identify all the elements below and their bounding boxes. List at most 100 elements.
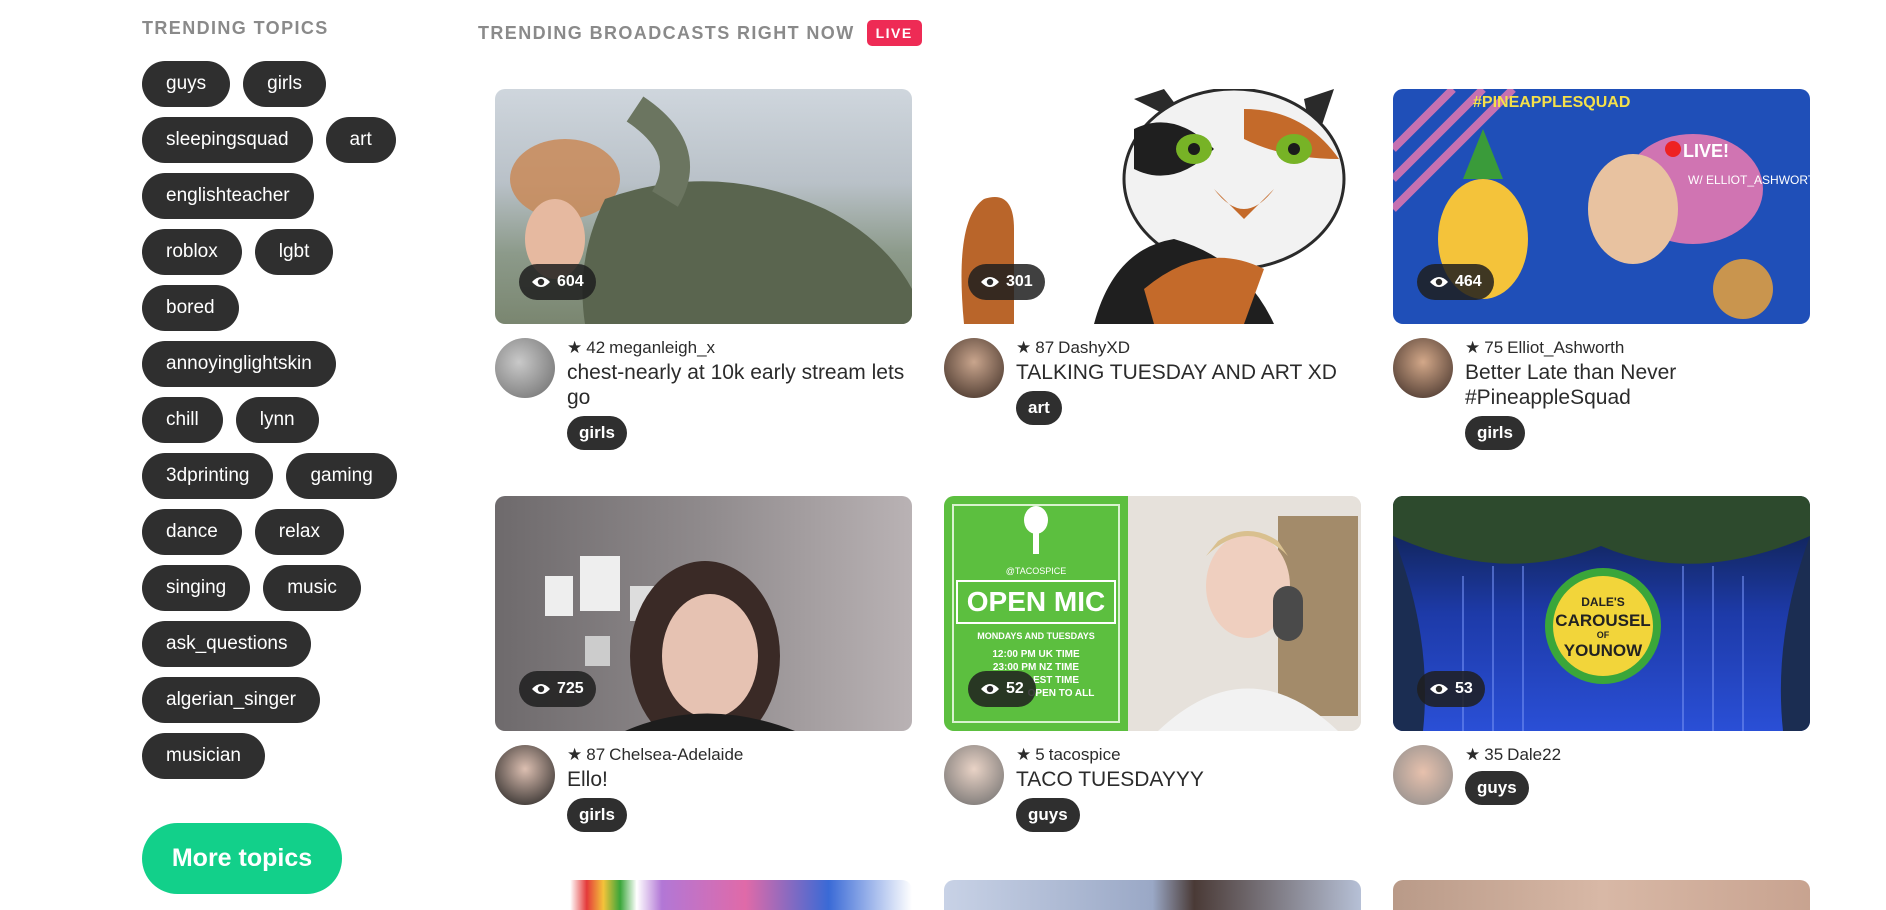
broadcaster-level: 35: [1484, 745, 1504, 764]
avatar[interactable]: [1393, 338, 1453, 398]
topic-chip[interactable]: roblox: [142, 229, 242, 275]
broadcast-thumbnail[interactable]: @TACOSPICE OPEN MIC MONDAYS AND TUESDAYS…: [944, 496, 1361, 731]
broadcast-thumbnail[interactable]: #PINEAPPLESQUAD LIVE! W/ ELLIOT_ASHWORTH…: [1393, 89, 1810, 324]
topic-chip[interactable]: sleepingsquad: [142, 117, 313, 163]
viewer-count-value: 53: [1455, 680, 1473, 697]
broadcast-card[interactable]: #PINEAPPLESQUAD LIVE! W/ ELLIOT_ASHWORTH…: [1393, 89, 1810, 458]
pineapple-with-text: W/ ELLIOT_ASHWORTH: [1688, 173, 1810, 187]
broadcast-thumbnail[interactable]: DALE'S CAROUSEL OF YOUNOW 53: [1393, 496, 1810, 731]
topic-chip[interactable]: relax: [254, 509, 344, 555]
broadcaster-level: 5: [1035, 745, 1045, 764]
broadcaster-level: 87: [1035, 338, 1055, 357]
broadcast-card[interactable]: 301 ★ 87 DashyXD TALKING TUESDAY AND ART…: [944, 89, 1361, 458]
topic-chip[interactable]: chill: [142, 397, 223, 443]
broadcaster-line[interactable]: ★ 87 DashyXD: [1016, 338, 1361, 358]
broadcast-card[interactable]: 604 ★ 42 meganleigh_x chest-nearly at 10…: [495, 89, 912, 458]
avatar[interactable]: [495, 745, 555, 805]
broadcaster-name: meganleigh_x: [609, 338, 716, 357]
eye-icon: [532, 277, 550, 287]
broadcaster-line[interactable]: ★ 75 Elliot_Ashworth: [1465, 338, 1810, 358]
viewer-count: 464: [1417, 264, 1494, 300]
star-icon: ★: [567, 745, 583, 764]
topic-chip[interactable]: art: [325, 117, 396, 163]
stream-tag[interactable]: girls: [567, 416, 627, 450]
broadcast-meta: ★ 87 Chelsea-Adelaide Ello! girls: [495, 745, 912, 865]
broadcaster-line[interactable]: ★ 87 Chelsea-Adelaide: [567, 745, 912, 765]
topic-chip[interactable]: bored: [142, 285, 239, 331]
carousel-name-text: CAROUSEL: [1555, 611, 1650, 630]
broadcast-info: ★ 42 meganleigh_x chest-nearly at 10k ea…: [567, 338, 912, 450]
avatar[interactable]: [944, 338, 1004, 398]
eye-icon: [532, 684, 550, 694]
broadcaster-name: DashyXD: [1058, 338, 1130, 357]
topic-chip[interactable]: singing: [142, 565, 251, 611]
broadcaster-line[interactable]: ★ 42 meganleigh_x: [567, 338, 912, 358]
broadcast-meta: ★ 42 meganleigh_x chest-nearly at 10k ea…: [495, 338, 912, 458]
topic-chip[interactable]: lynn: [235, 397, 319, 443]
broadcast-info: ★ 75 Elliot_Ashworth Better Late than Ne…: [1465, 338, 1810, 450]
viewer-count-value: 301: [1006, 273, 1033, 290]
broadcaster-name: tacospice: [1048, 745, 1121, 764]
broadcast-thumbnail[interactable]: 725: [495, 496, 912, 731]
stream-tag[interactable]: girls: [1465, 416, 1525, 450]
stream-tag[interactable]: girls: [567, 798, 627, 832]
viewer-count: 604: [519, 264, 596, 300]
stream-title[interactable]: chest-nearly at 10k early stream lets go: [567, 360, 912, 410]
broadcast-meta: ★ 87 DashyXD TALKING TUESDAY AND ART XD …: [944, 338, 1361, 458]
broadcast-card[interactable]: DALE'S CAROUSEL OF YOUNOW 53 ★ 35 Dale22…: [1393, 496, 1810, 865]
viewer-count: 52: [968, 671, 1036, 707]
topic-list: guys girls sleepingsquad art englishteac…: [142, 61, 442, 779]
avatar[interactable]: [944, 745, 1004, 805]
stream-title[interactable]: TALKING TUESDAY AND ART XD: [1016, 360, 1361, 385]
topic-chip[interactable]: gaming: [286, 453, 397, 499]
broadcast-thumbnail[interactable]: 301: [944, 89, 1361, 324]
stream-tag[interactable]: art: [1016, 391, 1062, 425]
topic-chip[interactable]: 3dprinting: [142, 453, 274, 499]
broadcast-card[interactable]: @TACOSPICE OPEN MIC MONDAYS AND TUESDAYS…: [944, 496, 1361, 865]
viewer-count-value: 464: [1455, 273, 1482, 290]
broadcasts-header: TRENDING BROADCASTS RIGHT NOW LIVE: [478, 20, 922, 46]
eye-icon: [981, 684, 999, 694]
avatar[interactable]: [1393, 745, 1453, 805]
broadcaster-line[interactable]: ★ 5 tacospice: [1016, 745, 1361, 765]
more-topics-button[interactable]: More topics: [142, 823, 342, 894]
star-icon: ★: [567, 338, 583, 357]
topic-chip[interactable]: ask_questions: [142, 621, 312, 667]
broadcast-info: ★ 5 tacospice TACO TUESDAYYY guys: [1016, 745, 1361, 832]
stream-title[interactable]: TACO TUESDAYYY: [1016, 767, 1361, 792]
carousel-dales-text: DALE'S: [1581, 595, 1625, 609]
topic-chip[interactable]: music: [263, 565, 361, 611]
stream-title[interactable]: Ello!: [567, 767, 912, 792]
stream-tag[interactable]: guys: [1016, 798, 1080, 832]
topic-chip[interactable]: lgbt: [254, 229, 334, 275]
stream-tag[interactable]: guys: [1465, 771, 1529, 805]
topic-chip[interactable]: girls: [243, 61, 326, 107]
section-title: TRENDING BROADCASTS RIGHT NOW: [478, 22, 855, 43]
trending-topics-sidebar: TRENDING TOPICS guys girls sleepingsquad…: [142, 18, 442, 779]
broadcast-thumbnail-partial[interactable]: [495, 880, 912, 910]
broadcaster-level: 87: [586, 745, 606, 764]
star-icon: ★: [1465, 745, 1481, 764]
pineapple-hashtag-text: #PINEAPPLESQUAD: [1473, 94, 1630, 111]
topic-chip[interactable]: guys: [142, 61, 231, 107]
broadcast-card[interactable]: 725 ★ 87 Chelsea-Adelaide Ello! girls: [495, 496, 912, 865]
stream-title[interactable]: Better Late than Never #PineappleSquad: [1465, 360, 1810, 410]
topic-chip[interactable]: musician: [142, 733, 265, 779]
broadcast-thumbnail-partial[interactable]: [1393, 880, 1810, 910]
broadcast-meta: ★ 75 Elliot_Ashworth Better Late than Ne…: [1393, 338, 1810, 458]
open-mic-time-2: 23:00 PM NZ TIME: [992, 662, 1080, 673]
avatar[interactable]: [495, 338, 555, 398]
topic-chip[interactable]: annoyinglightskin: [142, 341, 336, 387]
sidebar-title: TRENDING TOPICS: [142, 18, 329, 38]
viewer-count: 301: [968, 264, 1045, 300]
eye-icon: [1430, 277, 1448, 287]
broadcaster-line[interactable]: ★ 35 Dale22: [1465, 745, 1810, 765]
broadcast-info: ★ 87 DashyXD TALKING TUESDAY AND ART XD …: [1016, 338, 1361, 425]
broadcast-thumbnail-partial[interactable]: [944, 880, 1361, 910]
broadcast-info: ★ 35 Dale22 guys: [1465, 745, 1810, 805]
broadcast-thumbnail[interactable]: 604: [495, 89, 912, 324]
topic-chip[interactable]: dance: [142, 509, 242, 555]
broadcaster-name: Elliot_Ashworth: [1507, 338, 1625, 357]
topic-chip[interactable]: algerian_singer: [142, 677, 320, 723]
topic-chip[interactable]: englishteacher: [142, 173, 314, 219]
